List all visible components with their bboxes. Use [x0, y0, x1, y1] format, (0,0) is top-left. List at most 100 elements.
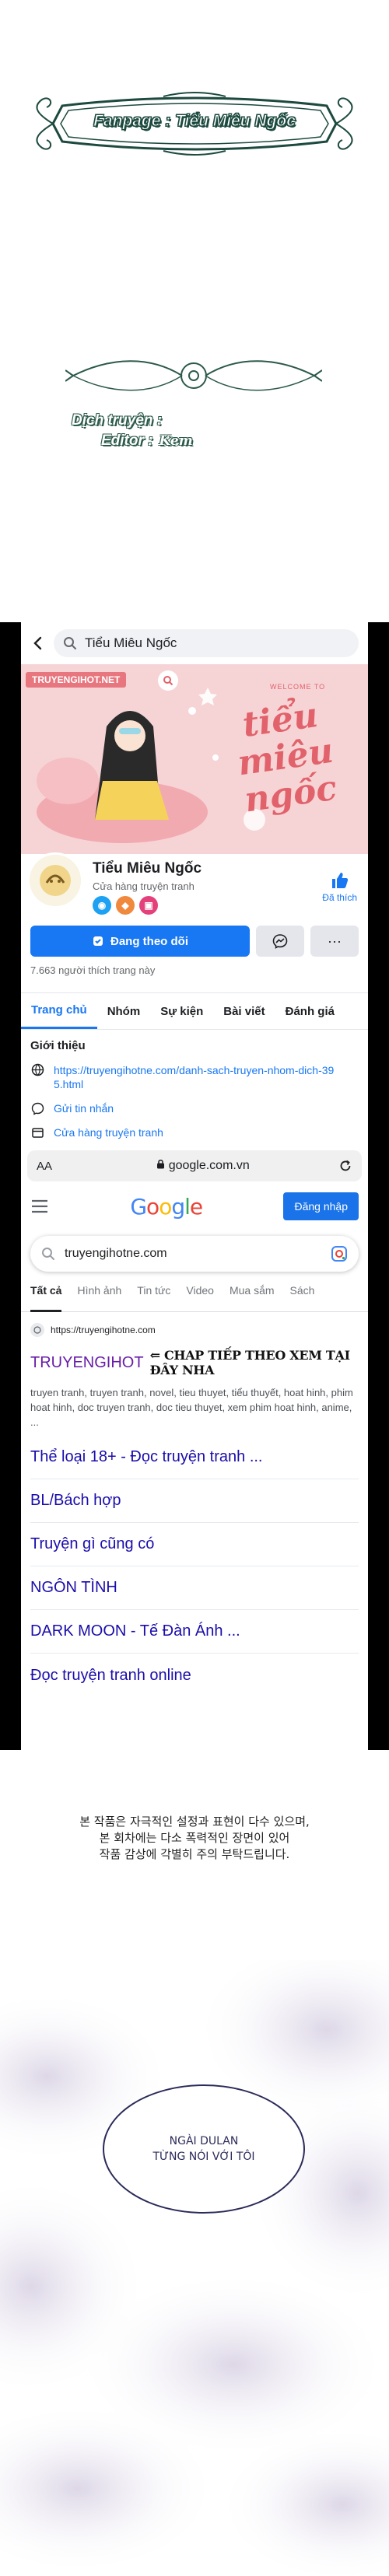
website-row[interactable]: https://truyengihotne.com/danh-sach-truy… — [30, 1063, 359, 1091]
editor-label: Editor : — [101, 432, 153, 449]
review-badge-icon[interactable]: ▣ — [139, 896, 158, 915]
following-button[interactable]: Đang theo dõi — [30, 926, 250, 957]
cover-photo[interactable]: TRUYENGIHOT.NET WELCOME TO tiểu miêu ngố… — [21, 664, 368, 854]
page-category: Cửa hàng truyện tranh — [93, 880, 194, 892]
fb-top-bar: Tiểu Miêu Ngốc — [21, 622, 368, 664]
speech-line: NGÀI DULAN — [169, 2135, 239, 2147]
following-label: Đang theo dõi — [110, 934, 188, 948]
messenger-small-icon — [30, 1102, 44, 1115]
intro-title: Giới thiệu — [30, 1039, 86, 1052]
result-snippet: truyen tranh, truyen tranh, novel, tieu … — [30, 1387, 353, 1428]
google-query: truyengihotne.com — [65, 1247, 167, 1260]
google-lens-icon[interactable] — [331, 1245, 348, 1262]
sitelink-item[interactable]: NGÔN TÌNH — [30, 1566, 359, 1610]
sitelink-item[interactable]: Thể loại 18+ - Đọc truyện tranh ... — [30, 1436, 359, 1479]
send-message-link[interactable]: Gửi tin nhắn — [54, 1102, 114, 1115]
action-row: Đang theo dõi ··· — [21, 926, 368, 957]
browser-address-bar[interactable]: AA google.com.vn — [27, 1150, 362, 1181]
google-logo: Google — [130, 1193, 203, 1220]
reload-icon[interactable] — [338, 1159, 352, 1173]
fanpage-banner: Fanpage : Tiểu Miêu Ngốc — [31, 92, 358, 156]
google-tab-books[interactable]: Sách — [290, 1284, 315, 1311]
tab-posts[interactable]: Bài viết — [213, 993, 275, 1029]
story-panel — [0, 1960, 389, 2576]
page: Fanpage : Tiểu Miêu Ngốc Dịch truyện : E… — [0, 0, 389, 2576]
text-size-button[interactable]: AA — [37, 1160, 68, 1173]
cover-welcome: WELCOME TO — [270, 683, 326, 691]
phone-screenshot: Tiểu Miêu Ngốc TRUYENGIHOT.NET WELCOME T… — [0, 622, 389, 1750]
google-tabs: Tất cả Hình ảnh Tin tức Video Mua sắm Sá… — [21, 1284, 368, 1312]
google-tab-video[interactable]: Video — [186, 1284, 214, 1311]
hamburger-menu-icon[interactable] — [30, 1199, 49, 1213]
cover-title: tiểu miêu ngốc — [235, 695, 340, 821]
shop-link[interactable]: Cửa hàng truyện tranh — [54, 1126, 163, 1139]
warning-line: 본 회차에는 다소 폭력적인 장면이 있어 — [99, 1831, 290, 1845]
tab-home[interactable]: Trang chủ — [21, 993, 97, 1029]
result-url: https://truyengihotne.com — [51, 1325, 156, 1335]
warning-line: 작품 감상에 각별히 주의 부탁드립니다. — [99, 1847, 290, 1861]
sign-in-button[interactable]: Đăng nhập — [283, 1192, 359, 1220]
search-icon — [42, 1248, 54, 1260]
search-result: https://truyengihotne.com TRUYENGIHOT ⇐ … — [21, 1312, 368, 1430]
messenger-button[interactable] — [256, 926, 304, 957]
result-title[interactable]: TRUYENGIHOT — [30, 1354, 144, 1372]
speech-bubble: NGÀI DULAN TỪNG NÓI VỚI TÔI — [103, 2084, 305, 2214]
sitelink-item[interactable]: BL/Bách hợp — [30, 1479, 359, 1523]
google-tab-all[interactable]: Tất cả — [30, 1284, 62, 1312]
google-search-box[interactable]: truyengihotne.com — [30, 1236, 359, 1272]
website-link[interactable]: https://truyengihotne.com/danh-sach-truy… — [54, 1063, 342, 1091]
divider-ornament — [65, 360, 322, 391]
content-warning: 본 작품은 자극적인 설정과 표현이 다수 있으며, 본 회차에는 다소 폭력적… — [39, 1814, 350, 1863]
like-button[interactable]: Đã thích — [322, 871, 357, 903]
speech-line: TỪNG NÓI VỚI TÔI — [152, 2151, 255, 2163]
fb-search-text: Tiểu Miêu Ngốc — [85, 635, 177, 650]
like-label: Đã thích — [322, 892, 357, 903]
avatar-logo-icon — [40, 865, 71, 896]
google-tab-shopping[interactable]: Mua sắm — [230, 1284, 275, 1311]
google-tab-images[interactable]: Hình ảnh — [77, 1284, 121, 1311]
translator-credit: Dịch truyện : — [72, 412, 163, 429]
intro-section: Giới thiệu https://truyengihotne.com/dan… — [21, 1030, 368, 1139]
result-title-row: TRUYENGIHOT ⇐ CHAP TIẾP THEO XEM TẠI ĐÂY… — [30, 1348, 359, 1377]
sitelink-item[interactable]: Truyện gì cũng có — [30, 1523, 359, 1566]
sitelinks: Thể loại 18+ - Đọc truyện tranh ... BL/B… — [21, 1430, 368, 1697]
shop-icon — [30, 1126, 44, 1139]
google-header: Google Đăng nhập — [21, 1181, 368, 1231]
shop-badge-icon[interactable]: ◆ — [116, 896, 135, 915]
sitelink-item[interactable]: DARK MOON - Tế Đàn Ánh ... — [30, 1610, 359, 1654]
browser-url-text: google.com.vn — [168, 1159, 250, 1172]
messenger-icon — [272, 934, 288, 949]
message-row[interactable]: Gửi tin nhắn — [30, 1102, 359, 1115]
google-tab-news[interactable]: Tin tức — [137, 1284, 170, 1311]
warning-line: 본 작품은 자극적인 설정과 표현이 다수 있으며, — [79, 1815, 310, 1829]
editor-signature: Kem — [159, 433, 193, 449]
editor-credit: Editor : Kem — [101, 432, 193, 450]
browser-url: google.com.vn — [68, 1159, 338, 1173]
tab-events[interactable]: Sự kiện — [150, 993, 213, 1029]
thumbs-up-icon — [331, 873, 348, 888]
tab-reviews[interactable]: Đánh giá — [275, 993, 345, 1029]
lock-icon — [157, 1159, 165, 1169]
badge-row: ◉ ◆ ▣ — [93, 896, 158, 915]
shop-row[interactable]: Cửa hàng truyện tranh — [30, 1126, 359, 1139]
follow-icon — [93, 936, 103, 946]
likes-count: 7.663 người thích trang này — [30, 964, 156, 976]
banner-title: Fanpage : Tiểu Miêu Ngốc — [93, 112, 296, 131]
favicon-icon — [30, 1323, 44, 1337]
fb-tabs: Trang chủ Nhóm Sự kiện Bài viết Đánh giá — [21, 992, 368, 1030]
back-arrow-icon[interactable] — [30, 635, 46, 651]
more-options-button[interactable]: ··· — [310, 926, 359, 957]
messenger-badge-icon[interactable]: ◉ — [93, 896, 111, 915]
next-chapter-note: ⇐ CHAP TIẾP THEO XEM TẠI ĐÂY NHA — [149, 1348, 351, 1377]
search-icon — [64, 637, 76, 649]
globe-icon — [30, 1063, 44, 1076]
tab-groups[interactable]: Nhóm — [97, 993, 151, 1029]
cloud-background — [0, 1960, 389, 2576]
facebook-page: Tiểu Miêu Ngốc TRUYENGIHOT.NET WELCOME T… — [21, 622, 368, 1750]
page-name: Tiểu Miêu Ngốc — [93, 860, 202, 877]
fb-search-bar[interactable]: Tiểu Miêu Ngốc — [54, 629, 359, 657]
page-avatar[interactable] — [27, 852, 83, 908]
result-url-row[interactable]: https://truyengihotne.com — [30, 1323, 359, 1337]
page-profile: Tiểu Miêu Ngốc Cửa hàng truyện tranh ◉ ◆… — [21, 852, 368, 926]
sitelink-item[interactable]: Đọc truyện tranh online — [30, 1654, 359, 1697]
